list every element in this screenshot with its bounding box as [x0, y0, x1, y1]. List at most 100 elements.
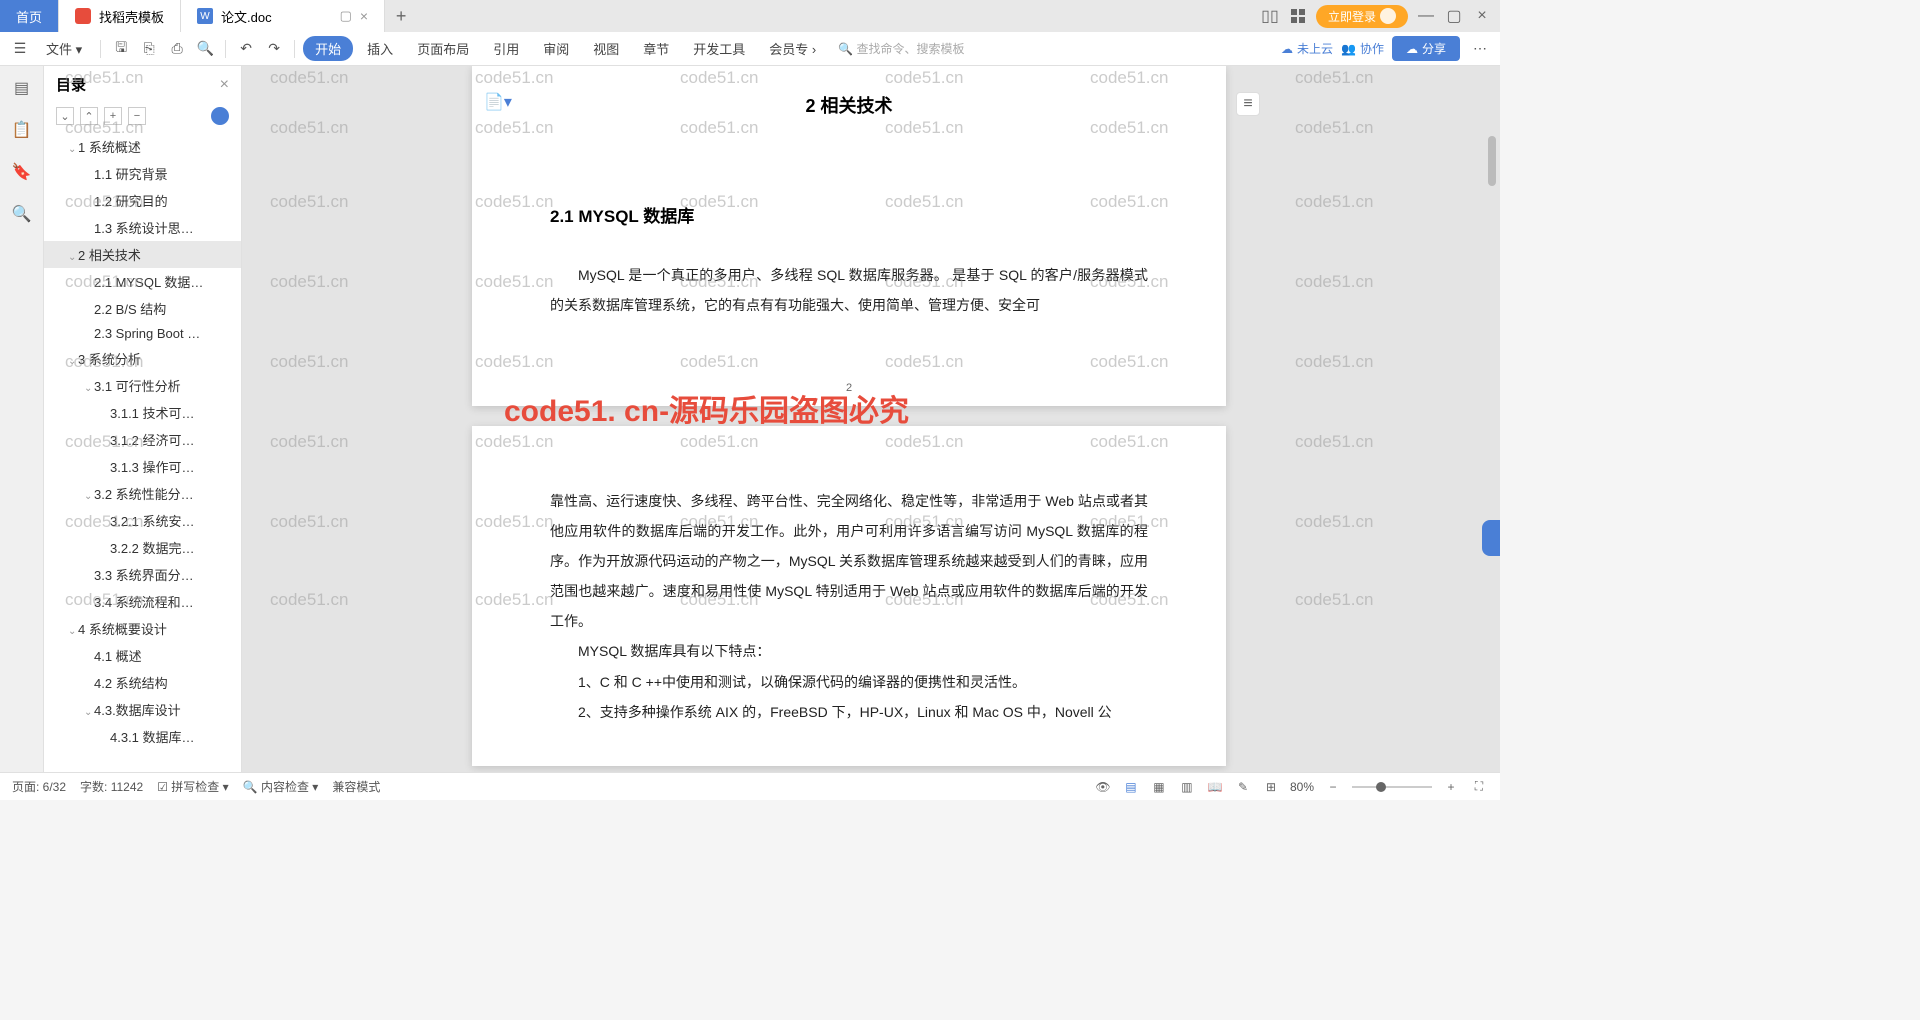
- add-item-icon[interactable]: +: [104, 107, 122, 125]
- avatar-icon: [1380, 8, 1396, 24]
- toc-item[interactable]: 3.4 系统流程和…: [44, 588, 241, 615]
- expand-all-icon[interactable]: ⌃: [80, 107, 98, 125]
- annotate-icon[interactable]: ✎: [1234, 778, 1252, 796]
- zoom-value[interactable]: 80%: [1290, 780, 1314, 794]
- minimize-icon[interactable]: —: [1416, 6, 1436, 26]
- toc-item[interactable]: 4.1 概述: [44, 642, 241, 669]
- toc-item[interactable]: ⌄4 系统概要设计: [44, 615, 241, 642]
- preview-icon[interactable]: 🔍: [193, 37, 217, 61]
- maximize-icon[interactable]: ▢: [1444, 6, 1464, 26]
- toc-item[interactable]: 4.3.1 数据库…: [44, 723, 241, 750]
- tab-home-label: 首页: [16, 7, 42, 26]
- view-outline-icon[interactable]: ▦: [1150, 778, 1168, 796]
- toc-item[interactable]: 4.2 系统结构: [44, 669, 241, 696]
- tab-template-label: 找稻壳模板: [99, 7, 164, 26]
- menu-insert[interactable]: 插入: [357, 39, 403, 58]
- layout-icon[interactable]: ▯▯: [1260, 6, 1280, 26]
- scroll-thumb[interactable]: [1488, 136, 1496, 186]
- toc-item[interactable]: 3.1.1 技术可…: [44, 399, 241, 426]
- toc-item[interactable]: 2.1 MYSQL 数据…: [44, 268, 241, 295]
- page-options-icon[interactable]: ≡: [1236, 92, 1260, 116]
- menu-start[interactable]: 开始: [303, 36, 353, 61]
- view-page-icon[interactable]: ▤: [1122, 778, 1140, 796]
- command-search[interactable]: 🔍 查找命令、搜索模板: [838, 40, 964, 57]
- toc-item[interactable]: ⌄3.2 系统性能分…: [44, 480, 241, 507]
- page-1: 📄▾ ≡ 2 相关技术 2.1 MYSQL 数据库 MySQL 是一个真正的多用…: [472, 66, 1226, 406]
- toc-item[interactable]: 1.2 研究目的: [44, 187, 241, 214]
- toc-item[interactable]: 1.3 系统设计思…: [44, 214, 241, 241]
- p4-text: 1、C 和 C ++中使用和测试，以确保源代码的编译器的便携性和灵活性。: [550, 667, 1148, 697]
- eye-icon[interactable]: 👁: [1094, 778, 1112, 796]
- spell-check[interactable]: ☑ 拼写检查 ▾: [157, 778, 228, 795]
- outline-icon[interactable]: ▤: [10, 76, 34, 100]
- side-tab[interactable]: [1482, 520, 1500, 556]
- menu-icon[interactable]: ☰: [8, 37, 32, 61]
- print-icon[interactable]: ⎙: [165, 37, 189, 61]
- scrollbar[interactable]: [1486, 66, 1498, 772]
- toc-item[interactable]: 1.1 研究背景: [44, 160, 241, 187]
- page-indicator[interactable]: 页面: 6/32: [12, 778, 66, 795]
- add-tab-button[interactable]: +: [385, 6, 417, 27]
- toc-item[interactable]: ⌄3.1 可行性分析: [44, 372, 241, 399]
- menu-review[interactable]: 审阅: [533, 39, 579, 58]
- undo-icon[interactable]: ↶: [234, 37, 258, 61]
- toc-item[interactable]: 3.1.3 操作可…: [44, 453, 241, 480]
- tab-popout-icon[interactable]: ▢: [340, 8, 352, 24]
- cloud-status[interactable]: ☁ 未上云: [1281, 40, 1333, 57]
- document-area[interactable]: 📄▾ ≡ 2 相关技术 2.1 MYSQL 数据库 MySQL 是一个真正的多用…: [242, 66, 1500, 772]
- tab-template[interactable]: 找稻壳模板: [59, 0, 181, 32]
- cloud-label: 未上云: [1297, 40, 1333, 57]
- login-button[interactable]: 立即登录: [1316, 5, 1408, 28]
- compat-mode[interactable]: 兼容模式: [332, 778, 380, 795]
- tab-home[interactable]: 首页: [0, 0, 59, 32]
- toc-item[interactable]: 2.2 B/S 结构: [44, 295, 241, 322]
- spell-label: 拼写检查: [171, 780, 219, 794]
- sync-icon[interactable]: [211, 107, 229, 125]
- redo-icon[interactable]: ↷: [262, 37, 286, 61]
- tab-document[interactable]: W 论文.doc ▢ ×: [181, 0, 385, 32]
- toc-item[interactable]: ⌄4.3.数据库设计: [44, 696, 241, 723]
- zoom-fit-icon[interactable]: ⊞: [1262, 778, 1280, 796]
- toc-item[interactable]: 3.2.2 数据完…: [44, 534, 241, 561]
- toc-item[interactable]: ⌄3 系统分析: [44, 345, 241, 372]
- doc-heading: 2 相关技术: [805, 92, 892, 118]
- view-read-icon[interactable]: 📖: [1206, 778, 1224, 796]
- menu-view[interactable]: 视图: [583, 39, 629, 58]
- close-window-icon[interactable]: ×: [1472, 6, 1492, 26]
- outline-close-icon[interactable]: ×: [220, 76, 229, 94]
- toc-item[interactable]: 3.2.1 系统安…: [44, 507, 241, 534]
- collapse-all-icon[interactable]: ⌄: [56, 107, 74, 125]
- share-button[interactable]: ☁ 分享: [1392, 36, 1460, 61]
- fullscreen-icon[interactable]: ⛶: [1470, 778, 1488, 796]
- content-check[interactable]: 🔍 内容检查 ▾: [243, 778, 319, 795]
- page-number: 2: [846, 382, 852, 394]
- toc-item[interactable]: 3.1.2 经济可…: [44, 426, 241, 453]
- close-icon[interactable]: ×: [360, 8, 368, 24]
- save-as-icon[interactable]: ⎘: [137, 37, 161, 61]
- bookmark-icon[interactable]: 🔖: [10, 160, 34, 184]
- toc-item[interactable]: ⌄2 相关技术: [44, 241, 241, 268]
- toc-item[interactable]: 2.3 Spring Boot …: [44, 322, 241, 345]
- zoom-in-icon[interactable]: +: [1442, 778, 1460, 796]
- collapse-icon[interactable]: ⋯: [1468, 37, 1492, 61]
- word-count[interactable]: 字数: 11242: [80, 778, 143, 795]
- menu-chapter[interactable]: 章节: [633, 39, 679, 58]
- file-menu[interactable]: 文件 ▾: [36, 39, 92, 58]
- zoom-slider[interactable]: [1352, 786, 1432, 788]
- remove-item-icon[interactable]: −: [128, 107, 146, 125]
- zoom-out-icon[interactable]: −: [1324, 778, 1342, 796]
- apps-icon[interactable]: [1288, 6, 1308, 26]
- clipboard-icon[interactable]: 📋: [10, 118, 34, 142]
- menu-layout[interactable]: 页面布局: [407, 39, 479, 58]
- toc-item[interactable]: 3.3 系统界面分…: [44, 561, 241, 588]
- left-rail: ▤ 📋 🔖 🔍: [0, 66, 44, 772]
- menu-ref[interactable]: 引用: [483, 39, 529, 58]
- view-web-icon[interactable]: ▥: [1178, 778, 1196, 796]
- search-rail-icon[interactable]: 🔍: [10, 202, 34, 226]
- menu-member[interactable]: 会员专 ›: [759, 39, 826, 58]
- menu-dev[interactable]: 开发工具: [683, 39, 755, 58]
- coop-button[interactable]: 👥 协作: [1341, 40, 1384, 57]
- toc-item[interactable]: ⌄1 系统概述: [44, 133, 241, 160]
- page-badge-icon[interactable]: 📄▾: [484, 92, 512, 112]
- save-icon[interactable]: 🖫: [109, 37, 133, 61]
